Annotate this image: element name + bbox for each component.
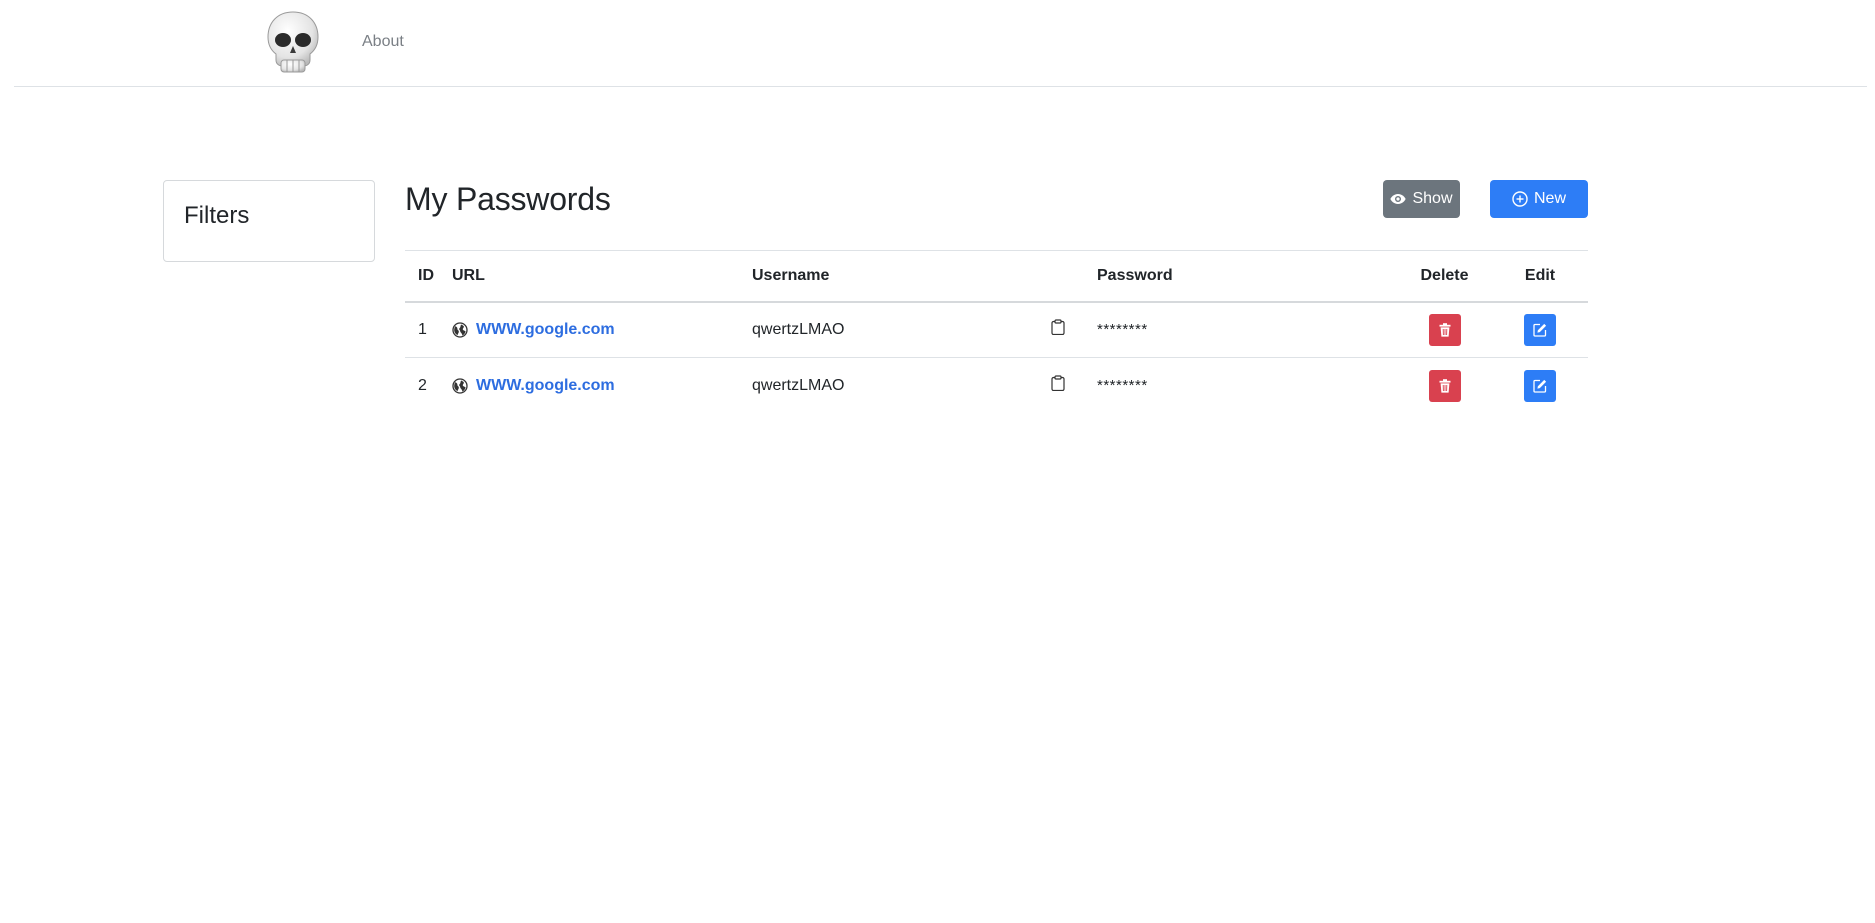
trash-icon: [1439, 378, 1450, 393]
clipboard-icon: [1051, 375, 1065, 392]
copy-password-button[interactable]: [1051, 375, 1065, 392]
navbar: About: [14, 0, 1867, 87]
filters-card: Filters: [163, 180, 375, 262]
show-button-label: Show: [1412, 190, 1453, 207]
table-header-row: ID URL Username Password Delete Edit: [405, 250, 1588, 302]
globe-icon: [452, 378, 468, 394]
page-title: My Passwords: [405, 181, 611, 217]
globe-icon: [452, 322, 468, 338]
row-password: ********: [1097, 377, 1148, 395]
header-copy: [1051, 251, 1097, 302]
header-password: Password: [1097, 266, 1173, 284]
header-username: Username: [752, 266, 830, 284]
table-row: 2 WWW.google.com qwertzLMAO ********: [405, 358, 1588, 414]
row-password: ********: [1097, 321, 1148, 339]
edit-button[interactable]: [1524, 369, 1556, 402]
new-password-button[interactable]: New: [1490, 180, 1588, 218]
skull-icon[interactable]: [264, 10, 322, 74]
plus-circle-icon: [1512, 191, 1528, 207]
edit-icon: [1533, 379, 1547, 393]
table-row: 1 WWW.google.com qwertzLMAO ********: [405, 302, 1588, 358]
row-username: qwertzLMAO: [752, 320, 845, 338]
nav-about-link[interactable]: About: [362, 33, 404, 51]
clipboard-icon: [1051, 319, 1065, 336]
header-delete: Delete: [1420, 266, 1469, 284]
passwords-table: ID URL Username Password Delete Edit 1 W…: [405, 250, 1588, 414]
header-edit: Edit: [1524, 266, 1556, 284]
eye-icon: [1390, 194, 1407, 204]
edit-button[interactable]: [1524, 313, 1556, 346]
show-passwords-button[interactable]: Show: [1383, 180, 1460, 218]
delete-button[interactable]: [1428, 369, 1461, 402]
url-link[interactable]: WWW.google.com: [476, 377, 615, 395]
new-button-label: New: [1533, 190, 1566, 207]
row-id: 1: [418, 320, 427, 338]
filters-title: Filters: [184, 202, 250, 229]
passwords-table-container: ID URL Username Password Delete Edit 1 W…: [405, 250, 1588, 414]
url-link[interactable]: WWW.google.com: [476, 321, 615, 339]
copy-password-button[interactable]: [1051, 319, 1065, 336]
row-username: qwertzLMAO: [752, 376, 845, 394]
edit-icon: [1533, 323, 1547, 337]
delete-button[interactable]: [1428, 313, 1461, 346]
row-id: 2: [418, 376, 427, 394]
trash-icon: [1439, 322, 1450, 337]
header-url: URL: [452, 266, 485, 284]
header-id: ID: [418, 266, 434, 284]
